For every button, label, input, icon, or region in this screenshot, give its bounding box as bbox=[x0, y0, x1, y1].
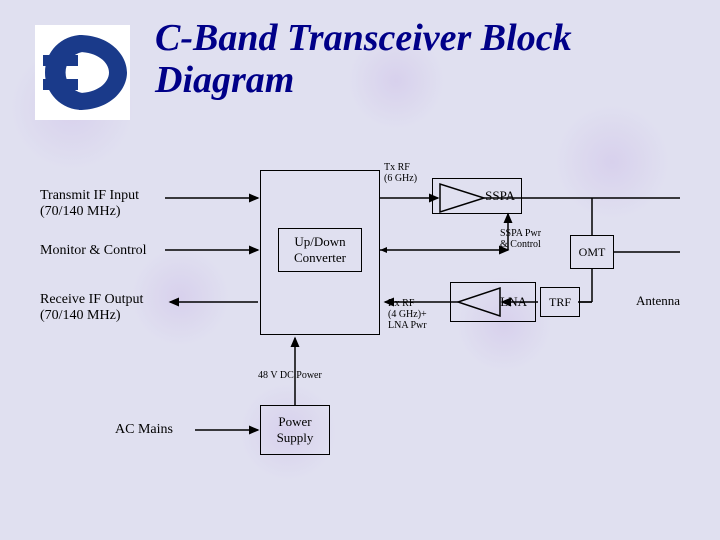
lna-label: LNA bbox=[500, 294, 527, 310]
block-omt: OMT bbox=[570, 235, 614, 269]
page-title: C-Band Transceiver Block Diagram bbox=[155, 18, 700, 102]
label-tx-rf: Tx RF (6 GHz) bbox=[384, 162, 417, 184]
block-lna: LNA bbox=[450, 282, 536, 322]
label-rx-rf: Rx RF (4 GHz)+ LNA Pwr bbox=[388, 298, 427, 331]
label-antenna: Antenna bbox=[636, 294, 680, 309]
label-receive-if: Receive IF Output (70/140 MHz) bbox=[40, 292, 143, 324]
block-sspa: SSPA bbox=[432, 178, 522, 214]
sspa-label: SSPA bbox=[485, 188, 515, 204]
block-trf: TRF bbox=[540, 287, 580, 317]
label-monitor-control: Monitor & Control bbox=[40, 243, 147, 259]
block-power-supply: Power Supply bbox=[260, 405, 330, 455]
label-transmit-if: Transmit IF Input (70/140 MHz) bbox=[40, 188, 139, 220]
logo-icon bbox=[35, 25, 130, 120]
block-diagram: Transmit IF Input (70/140 MHz) Monitor &… bbox=[40, 170, 690, 510]
block-updown-converter: Up/Down Converter bbox=[278, 228, 362, 272]
label-ac-mains: AC Mains bbox=[115, 422, 173, 438]
label-sspa-pwr: SSPA Pwr & Control bbox=[500, 228, 541, 250]
label-dc-power: 48 V DC Power bbox=[258, 370, 322, 381]
